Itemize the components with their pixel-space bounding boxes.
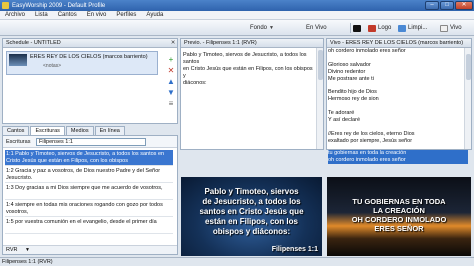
live-line[interactable]: Glorioso salvador bbox=[328, 62, 468, 69]
schedule-item-title: ERES REY DE LOS CIELOS (marcos barriento… bbox=[30, 54, 148, 60]
checkbox-icon bbox=[440, 24, 448, 32]
schedule-title: Schedule - UNTITLED bbox=[6, 40, 61, 46]
fondo-button[interactable]: Fondo ▼ bbox=[250, 23, 274, 33]
remove-icon[interactable]: ✕ bbox=[166, 66, 176, 75]
live-screen-text: TU GOBIERNAS EN TODA LA CREACIÓN OH CORD… bbox=[327, 197, 471, 233]
live-toggle-button[interactable]: Vivo bbox=[440, 23, 462, 33]
menu-archivo[interactable]: Archivo bbox=[0, 12, 30, 18]
preview-header: Previo. - Filipenses 1:1 (RVR) bbox=[181, 39, 323, 48]
move-down-icon[interactable]: ▼ bbox=[166, 88, 176, 97]
scripture-search-label: Escrituras bbox=[6, 139, 31, 145]
preview-screen: Pablo y Timoteo, siervos de Jesucristo, … bbox=[181, 177, 322, 256]
preview-line: diáconos: bbox=[183, 80, 207, 86]
screen-line: santos en Cristo Jesús que bbox=[199, 207, 304, 216]
live-line-selected[interactable]: tu gobiernas en toda la creación bbox=[328, 150, 468, 157]
menu-cantos[interactable]: Cantos bbox=[53, 12, 82, 18]
clear-icon bbox=[398, 24, 406, 32]
live-line[interactable]: oh cordero inmolado eres señor bbox=[328, 48, 468, 55]
window-title: EasyWorship 2009 - Default Profile bbox=[12, 2, 106, 9]
scripture-footer: RVR ▼ bbox=[3, 245, 177, 254]
song-thumbnail bbox=[9, 54, 27, 66]
screen-line: TU GOBIERNAS EN TODA bbox=[352, 197, 446, 206]
live-title: Vivo - ERES REY DE LOS CIELOS (marcos ba… bbox=[330, 40, 464, 46]
preview-line: en Cristo Jesús que están en Filipos, co… bbox=[183, 66, 313, 79]
screen-line: están en Filipos, con los bbox=[205, 217, 298, 226]
screen-line: de Jesucristo, a todos los bbox=[202, 197, 301, 206]
chevron-down-icon[interactable]: ▼ bbox=[25, 247, 30, 253]
move-up-icon[interactable]: ▲ bbox=[166, 77, 176, 86]
screen-line: OH CORDERO INMOLADO bbox=[351, 215, 447, 224]
menu-lista[interactable]: Lista bbox=[30, 12, 53, 18]
minimize-button[interactable]: – bbox=[425, 1, 439, 10]
live-line[interactable]: Me postrare ante ti bbox=[328, 76, 468, 83]
settings-icon[interactable]: ≡ bbox=[166, 99, 176, 108]
title-bar: EasyWorship 2009 - Default Profile – □ ✕ bbox=[0, 0, 474, 11]
toolbar-divider bbox=[350, 23, 351, 33]
tab-cantos[interactable]: Cantos bbox=[2, 126, 30, 135]
scripture-search-input[interactable]: Filipenses 1:1 bbox=[36, 138, 146, 146]
menu-perfiles[interactable]: Perfiles bbox=[111, 12, 141, 18]
scripture-search-bar: Escrituras Filipenses 1:1 bbox=[3, 136, 177, 148]
verse-row[interactable]: 1:4 siempre en todas mis oraciones rogan… bbox=[5, 201, 173, 217]
preview-text: Pablo y Timoteo, siervos de Jesucristo, … bbox=[183, 52, 315, 87]
logo-icon bbox=[368, 24, 376, 32]
schedule-header: Schedule - UNTITLED ✕ bbox=[3, 39, 177, 48]
tab-medios[interactable]: Medios bbox=[65, 126, 94, 135]
clear-label: Limpi... bbox=[408, 25, 428, 31]
app-icon bbox=[2, 2, 9, 9]
toolbar: Fondo ▼ En Vivo Logo Limpi... Vivo bbox=[0, 20, 474, 36]
menu-bar: Archivo Lista Cantos En vivo Perfiles Ay… bbox=[0, 11, 474, 20]
close-icon[interactable]: ✕ bbox=[169, 40, 177, 46]
en-vivo-button[interactable]: En Vivo bbox=[306, 23, 327, 33]
screen-line: LA CREACIÓN bbox=[373, 206, 425, 215]
screen-line: Pablo y Timoteo, siervos bbox=[204, 187, 299, 196]
preview-screen-reference: Filipenses 1:1 bbox=[271, 246, 318, 253]
schedule-item[interactable]: ERES REY DE LOS CIELOS (marcos barriento… bbox=[6, 51, 158, 75]
verse-row[interactable]: 1:3 Doy gracias a mi Dios siempre que me… bbox=[5, 184, 173, 200]
black-screen-icon bbox=[353, 24, 361, 32]
live-header: Vivo - ERES REY DE LOS CIELOS (marcos ba… bbox=[327, 39, 471, 48]
live-line[interactable]: exaltado por siempre, Jesús señor bbox=[328, 138, 468, 145]
live-line[interactable]: Bendito hijo de Dios bbox=[328, 89, 468, 96]
live-line[interactable]: Y así declaré bbox=[328, 117, 468, 124]
en-vivo-label: En Vivo bbox=[306, 25, 327, 31]
bible-version[interactable]: RVR bbox=[6, 247, 18, 253]
black-screen-button[interactable] bbox=[353, 23, 363, 33]
live-line[interactable]: Hermoso rey de sion bbox=[328, 96, 468, 103]
scrollbar-thumb[interactable] bbox=[318, 50, 323, 80]
preview-title: Previo. - Filipenses 1:1 (RVR) bbox=[184, 40, 257, 46]
logo-label: Logo bbox=[378, 25, 392, 31]
add-icon[interactable]: + bbox=[166, 55, 176, 64]
preview-line: Pablo y Timoteo, siervos de Jesucristo, … bbox=[183, 52, 307, 65]
schedule-panel: Schedule - UNTITLED ✕ ERES REY DE LOS CI… bbox=[2, 38, 178, 124]
screen-line: ERES SEÑOR bbox=[374, 224, 424, 233]
live-screen: TU GOBIERNAS EN TODA LA CREACIÓN OH CORD… bbox=[327, 177, 471, 256]
menu-en-vivo[interactable]: En vivo bbox=[82, 12, 112, 18]
preview-panel: Previo. - Filipenses 1:1 (RVR) Pablo y T… bbox=[180, 38, 324, 150]
logo-button[interactable]: Logo bbox=[368, 23, 391, 33]
live-line[interactable]: Divino redentor bbox=[328, 69, 468, 76]
maximize-button[interactable]: □ bbox=[440, 1, 454, 10]
screen-line: obispos y diáconos: bbox=[212, 227, 291, 236]
fondo-label: Fondo bbox=[250, 25, 268, 31]
menu-ayuda[interactable]: Ayuda bbox=[141, 12, 168, 18]
tab-en-linea[interactable]: En línea bbox=[94, 126, 125, 135]
status-bar: Filipenses 1:1 (RVR) bbox=[0, 257, 474, 266]
clear-button[interactable]: Limpi... bbox=[398, 23, 427, 33]
live-toggle-label: Vivo bbox=[450, 25, 462, 31]
schedule-item-notes: <notas> bbox=[43, 63, 62, 69]
chevron-down-icon: ▼ bbox=[269, 25, 274, 31]
close-button[interactable]: ✕ bbox=[455, 1, 473, 10]
preview-scrollbar[interactable] bbox=[316, 48, 323, 149]
preview-screen-text: Pablo y Timoteo, siervos de Jesucristo, … bbox=[181, 187, 322, 237]
verse-row[interactable]: 1:2 Gracia y paz a vosotros, de Dios nue… bbox=[5, 167, 173, 183]
live-line[interactable]: Te adoraré bbox=[328, 110, 468, 117]
schedule-tools: + ✕ ▲ ▼ ≡ bbox=[166, 55, 178, 127]
live-line[interactable]: //Eres rey de los cielos, eterno Dios bbox=[328, 131, 468, 138]
library-tabs: Cantos Escrituras Medios En línea bbox=[2, 126, 126, 136]
live-line-selected[interactable]: oh cordero inmolado eres señor bbox=[328, 157, 468, 164]
scripture-panel: Escrituras Filipenses 1:1 1:1 Pablo y Ti… bbox=[2, 135, 178, 255]
verse-row[interactable]: 1:1 Pablo y Timoteo, siervos de Jesucris… bbox=[5, 150, 173, 166]
verse-row[interactable]: 1:5 por vuestra comunión en el evangelio… bbox=[5, 218, 173, 234]
